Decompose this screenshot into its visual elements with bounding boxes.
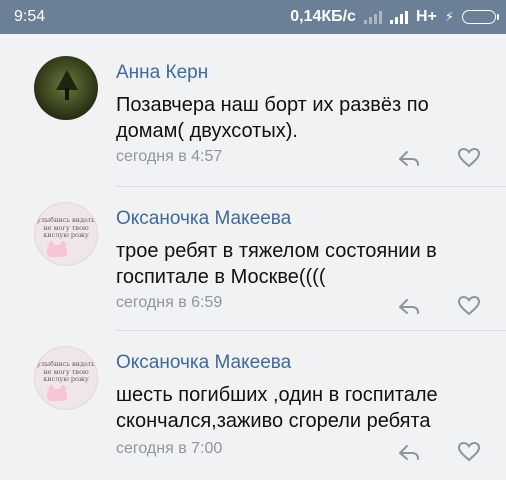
comment-time: сегодня в 4:57 [116,148,223,165]
battery-icon [462,10,499,24]
divider [116,330,506,331]
comment-text: трое ребят в тяжелом состоянии в госпита… [116,240,437,288]
avatar-caption: улыбнись видеть не могу твою кислую рожу [37,216,95,239]
signal-icon-sim1 [363,10,382,24]
comment-time: сегодня в 7:00 [116,440,223,457]
avatar[interactable]: улыбнись видеть не могу твою кислую рожу [34,346,98,410]
signal-icon [389,10,408,24]
comment-author[interactable]: Анна Керн [116,62,208,84]
heart-icon[interactable] [458,148,480,168]
divider [116,186,506,187]
network-speed: 0,14КБ/с [290,8,356,25]
avatar-caption: улыбнись видеть не могу твою кислую рожу [37,360,95,383]
comment-text: Позавчера наш борт их развёз по домам( д… [116,94,429,142]
cat-icon [47,240,67,257]
comment-time: сегодня в 6:59 [116,294,223,311]
network-type: H+ [415,8,437,25]
tree-icon [56,70,78,100]
charging-icon: ⚡ [444,9,454,24]
heart-icon[interactable] [458,296,480,316]
status-indicators: 0,14КБ/с H+ ⚡ [290,8,499,26]
reply-icon[interactable] [398,296,420,316]
comment-author[interactable]: Оксаночка Макеева [116,208,291,230]
status-bar: 9:54 0,14КБ/с H+ ⚡ [0,0,506,34]
comment-text: шесть погибших ,один в госпитале скончал… [116,384,438,432]
heart-icon[interactable] [458,442,480,462]
reply-icon[interactable] [398,442,420,462]
comment-author[interactable]: Оксаночка Макеева [116,352,291,374]
reply-icon[interactable] [398,148,420,168]
avatar[interactable]: улыбнись видеть не могу твою кислую рожу [34,202,98,266]
status-time: 9:54 [14,8,46,25]
cat-icon [47,384,67,401]
avatar[interactable] [34,56,98,120]
